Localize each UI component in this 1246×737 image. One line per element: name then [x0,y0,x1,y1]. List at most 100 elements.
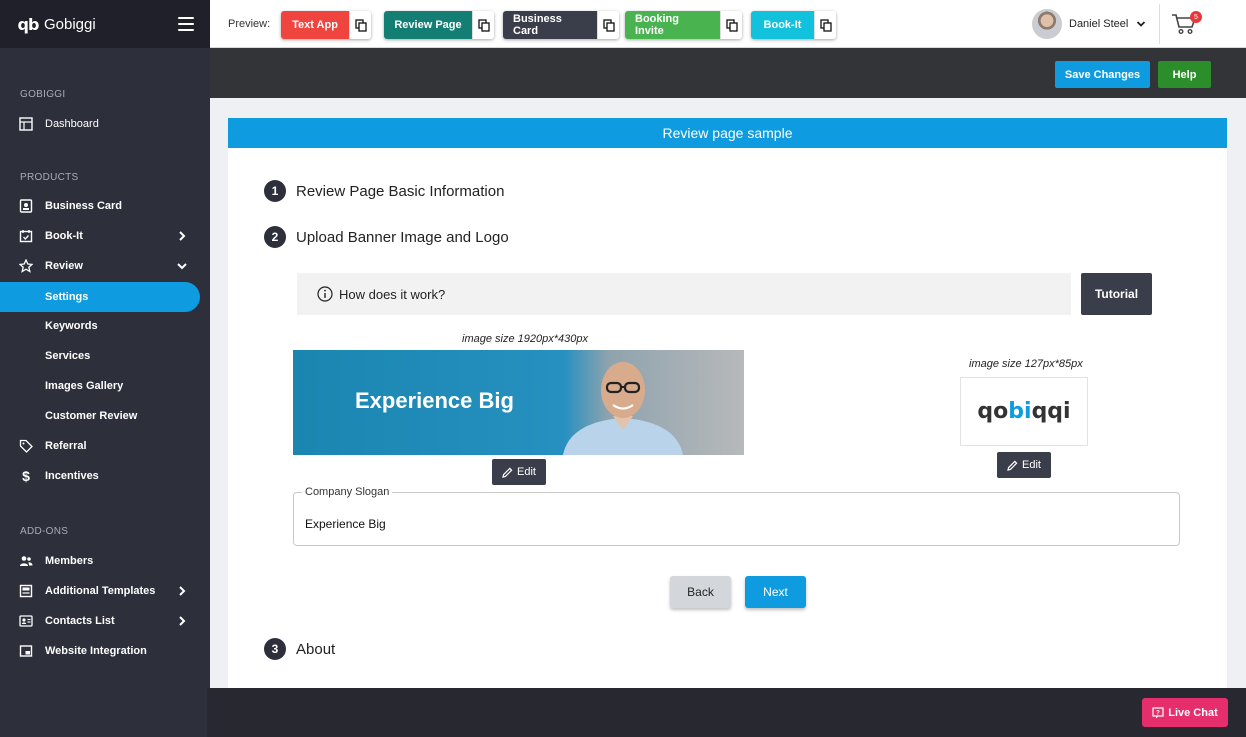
sidebar-item-settings[interactable]: Settings [0,282,200,312]
preview-text-app: Text App [281,11,371,39]
preview-text-app-button[interactable]: Text App [281,11,349,39]
step-title: About [296,640,336,658]
preview-book-it: Book-It [751,11,836,39]
logo-text: qobiqqi [977,399,1071,424]
how-it-works-label: How does it work? [339,286,446,302]
preview-review-page-button[interactable]: Review Page [384,11,472,39]
banner-size-note: image size 1920px*430px [462,333,588,345]
edit-logo-button[interactable]: Edit [997,452,1051,478]
section-label-products: PRODUCTS [20,172,79,183]
sidebar-item-review[interactable]: Review [0,251,210,281]
live-chat-button[interactable]: ? Live Chat [1142,698,1228,727]
sidebar-item-label: Referral [45,440,87,452]
next-button[interactable]: Next [745,576,806,608]
sidebar-item-website-integration[interactable]: Website Integration [0,636,210,666]
step-number: 2 [264,226,286,248]
info-icon [317,286,333,302]
sidebar-item-incentives[interactable]: $ Incentives [0,461,210,491]
edit-label: Edit [1022,459,1041,471]
step-title: Review Page Basic Information [296,182,505,200]
step-number: 3 [264,638,286,660]
chevron-down-icon [177,263,187,270]
users-icon [18,553,34,569]
sidebar-item-contacts-list[interactable]: Contacts List [0,606,210,636]
hamburger-menu-icon[interactable] [178,17,194,31]
copy-icon[interactable] [814,11,836,39]
edit-banner-button[interactable]: Edit [492,459,546,485]
review-page-card: Review page sample 1 Review Page Basic I… [228,118,1227,688]
copy-icon[interactable] [720,11,742,39]
tutorial-button[interactable]: Tutorial [1081,273,1152,315]
preview-label: Preview: [228,18,271,30]
sidebar-item-customer-review[interactable]: Customer Review [0,401,210,431]
save-changes-button[interactable]: Save Changes [1055,61,1150,88]
sidebar-item-label: Dashboard [45,118,99,130]
sidebar-item-business-card[interactable]: Business Card [0,191,210,221]
section-label-gobiggi: GOBIGGI [20,89,66,100]
sidebar-item-label: Images Gallery [45,380,124,392]
dollar-icon: $ [22,468,30,484]
company-slogan-label: Company Slogan [302,486,393,498]
chevron-right-icon [179,231,186,241]
contact-card-icon [18,613,34,629]
divider [1159,4,1160,44]
action-bar: Save Changes Help [210,48,1246,98]
sidebar-item-keywords[interactable]: Keywords [0,311,210,341]
sidebar: qb Gobiggi GOBIGGI Dashboard PRODUCTS Bu… [0,0,210,737]
copy-icon[interactable] [472,11,494,39]
bottom-bar [207,688,1246,737]
preview-book-it-button[interactable]: Book-It [751,11,814,39]
step-title: Upload Banner Image and Logo [296,228,509,246]
chevron-right-icon [179,586,186,596]
sidebar-item-dashboard[interactable]: Dashboard [0,109,210,139]
copy-icon[interactable] [597,11,619,39]
preview-booking-invite: Booking Invite [625,11,742,39]
sidebar-item-label: Customer Review [45,410,138,422]
sidebar-item-additional-templates[interactable]: Additional Templates [0,576,210,606]
sidebar-item-images-gallery[interactable]: Images Gallery [0,371,210,401]
templates-icon [18,583,34,599]
dashboard-icon [18,116,34,132]
brand-logo: qb [17,14,40,34]
step-2[interactable]: 2 Upload Banner Image and Logo [264,226,509,248]
sidebar-item-label: Website Integration [45,645,147,657]
how-it-works-panel[interactable]: How does it work? [297,273,1071,315]
sidebar-item-label: Review [45,260,83,272]
preview-review-page: Review Page [384,11,494,39]
cart-count-badge: 5 [1190,11,1202,23]
live-chat-label: Live Chat [1168,706,1218,719]
brand-name: Gobiggi [44,15,96,33]
user-name: Daniel Steel [1069,18,1129,30]
sidebar-item-book-it[interactable]: Book-It [0,221,210,251]
section-label-addons: ADD-ONS [20,526,69,537]
calendar-check-icon [18,228,34,244]
chat-help-icon: ? [1152,706,1164,718]
tag-icon [18,438,34,454]
step-number: 1 [264,180,286,202]
step-3[interactable]: 3 About [264,638,335,660]
company-slogan-field[interactable]: Company Slogan Experience Big [293,486,1180,546]
browser-window-icon [18,643,34,659]
card-header: Review page sample [228,118,1227,148]
pencil-icon [1007,460,1018,471]
person-photo [563,362,683,455]
step-1[interactable]: 1 Review Page Basic Information [264,180,504,202]
preview-business-card-button[interactable]: Business Card [503,11,597,39]
sidebar-item-services[interactable]: Services [0,341,210,371]
back-button[interactable]: Back [670,576,731,608]
sidebar-item-label: Settings [45,291,89,303]
sidebar-item-referral[interactable]: Referral [0,431,210,461]
help-button[interactable]: Help [1158,61,1211,88]
user-menu[interactable]: Daniel Steel [1032,9,1146,39]
preview-booking-invite-button[interactable]: Booking Invite [625,11,720,39]
svg-text:?: ? [1156,710,1160,716]
sidebar-item-label: Incentives [45,470,99,482]
preview-business-card: Business Card [503,11,619,39]
sidebar-item-members[interactable]: Members [0,546,210,576]
sidebar-item-label: Services [45,350,91,362]
copy-icon[interactable] [349,11,371,39]
banner-text: Experience Big [355,388,514,413]
company-slogan-value[interactable]: Experience Big [305,517,386,531]
sidebar-item-label: Additional Templates [45,585,156,597]
chevron-right-icon [179,616,186,626]
